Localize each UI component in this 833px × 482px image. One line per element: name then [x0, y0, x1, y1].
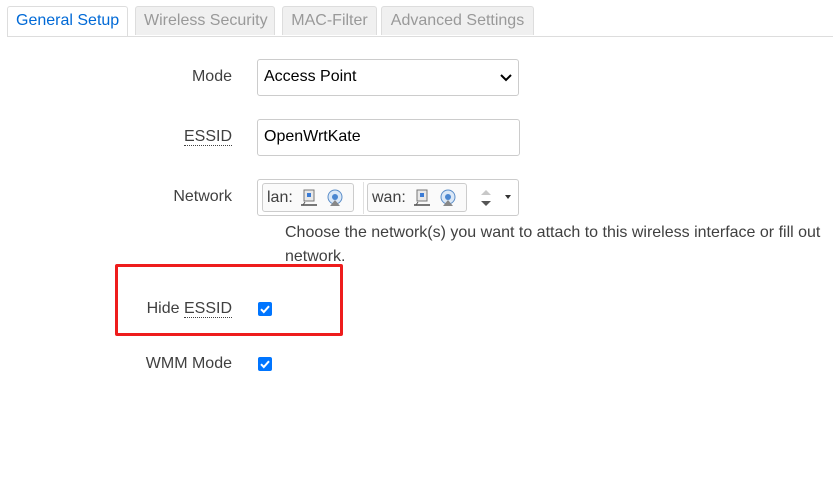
network-help-text: Choose the network(s) you want to attach… — [285, 224, 821, 265]
tab-wireless-security[interactable]: Wireless Security — [135, 6, 275, 35]
tab-mac-filter[interactable]: MAC-Filter — [282, 6, 377, 35]
wireless-network-icon — [327, 189, 343, 206]
checkmark-icon — [260, 360, 270, 369]
mode-select[interactable]: Access Point — [257, 59, 519, 96]
highlight-box — [115, 264, 343, 336]
chip-divider — [363, 182, 364, 214]
wmm-mode-label: WMM Mode — [145, 355, 232, 372]
essid-input[interactable]: OpenWrtKate — [257, 119, 520, 156]
tab-bar: General Setup Wireless Security MAC-Filt… — [7, 4, 833, 37]
ethernet-port-icon — [414, 189, 430, 206]
wireless-network-icon — [440, 189, 456, 206]
network-chip-label: lan: — [267, 189, 293, 206]
network-chip-wan[interactable]: wan: — [367, 183, 467, 212]
essid-label-text: ESSID — [183, 128, 232, 146]
dropdown-arrow-icon[interactable] — [502, 190, 514, 204]
ethernet-port-icon — [301, 189, 317, 206]
essid-label: ESSID — [150, 128, 232, 146]
network-chip-label: wan: — [372, 189, 406, 206]
chevron-down-icon — [500, 74, 512, 82]
network-chip-lan[interactable]: lan: — [262, 183, 354, 212]
mode-label: Mode — [191, 68, 232, 85]
mode-select-value: Access Point — [264, 68, 357, 85]
network-multiselect[interactable]: lan: wan: — [257, 179, 519, 216]
tab-advanced-settings[interactable]: Advanced Settings — [381, 6, 534, 35]
essid-input-value: OpenWrtKate — [264, 128, 361, 145]
network-label: Network — [173, 188, 232, 205]
wmm-mode-checkbox[interactable] — [258, 357, 272, 371]
tab-general-setup[interactable]: General Setup — [7, 6, 128, 36]
spinner-arrows-icon[interactable] — [474, 183, 498, 213]
